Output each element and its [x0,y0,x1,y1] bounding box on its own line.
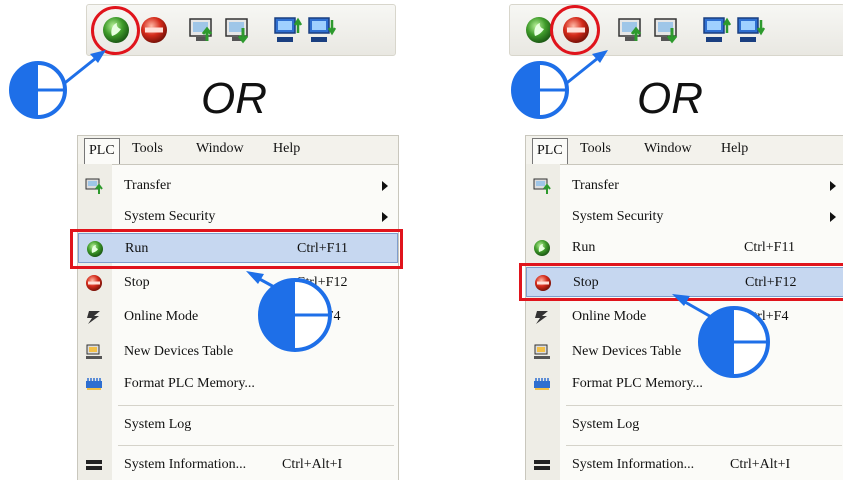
system-information-icon [534,460,550,470]
menubar-window[interactable]: Window [644,141,692,157]
online-mode-icon [87,311,100,324]
memory-icon [534,378,550,390]
click-cursor-icon [511,50,608,119]
menu-separator [566,445,842,446]
or-label: OR [637,74,703,123]
menubar-help[interactable]: Help [721,141,748,157]
left-panel: OR PLC Tools Window Help Transfer System… [0,0,421,480]
menu-label-new-devices-table: New Devices Table [124,344,234,359]
menubar: PLC Tools Window Help [526,136,843,165]
submenu-arrow-icon [382,181,388,191]
menu-label-system-log: System Log [572,417,640,432]
click-cursor-icon [246,271,332,352]
menubar-plc[interactable]: PLC [532,138,568,164]
devices-table-icon [534,344,550,359]
or-label: OR [201,74,267,123]
system-information-icon [86,460,102,470]
devices-table-icon [86,344,102,359]
menu-label-run: Run [572,240,596,255]
memory-icon [86,378,102,390]
menu-label-transfer: Transfer [124,178,171,193]
monitor-upload-icon[interactable] [702,15,732,45]
menubar-tools[interactable]: Tools [580,141,611,157]
download-icon[interactable] [652,15,682,45]
monitor-download-icon[interactable] [736,15,766,45]
transfer-icon [85,178,103,194]
click-cursor-icon [672,294,770,378]
menu-item-system-information[interactable]: System Information... Ctrl+Alt+I [78,450,398,480]
menubar-plc[interactable]: PLC [84,138,120,164]
menu-label-format-plc-memory: Format PLC Memory... [124,376,255,391]
download-icon[interactable] [223,15,253,45]
transfer-icon [533,178,551,194]
menu-item-system-security[interactable]: System Security [526,202,843,232]
menu-label-system-log: System Log [124,417,192,432]
menu-shortcut-system-information: Ctrl+Alt+I [730,457,791,472]
menu-item-run[interactable]: Run Ctrl+F11 [526,233,843,263]
menu-item-transfer[interactable]: Transfer [78,171,398,201]
menu-item-system-information[interactable]: System Information... Ctrl+Alt+I [526,450,843,480]
menu-item-transfer[interactable]: Transfer [526,171,843,201]
menu-item-system-log[interactable]: System Log [78,410,398,440]
menu-shortcut-system-information: Ctrl+Alt+I [282,457,343,472]
menu-separator [118,445,394,446]
menu-label-new-devices-table: New Devices Table [572,344,682,359]
online-mode-icon [535,311,548,324]
menubar: PLC Tools Window Help [78,136,398,165]
right-panel: OR PLC Tools Window Help Transfer System… [422,0,843,480]
stop-icon[interactable] [139,15,169,45]
menu-separator [566,405,842,406]
menu-label-online-mode: Online Mode [572,309,647,324]
upload-icon[interactable] [616,15,646,45]
upload-icon[interactable] [187,15,217,45]
menu-label-stop: Stop [124,275,150,290]
monitor-upload-icon[interactable] [273,15,303,45]
monitor-download-icon[interactable] [307,15,337,45]
menubar-tools[interactable]: Tools [132,141,163,157]
menu-separator [118,405,394,406]
submenu-arrow-icon [830,212,836,222]
submenu-arrow-icon [382,212,388,222]
stop-icon [86,275,102,291]
menu-label-online-mode: Online Mode [124,309,199,324]
menu-shortcut-run: Ctrl+F11 [744,240,795,255]
menu-label-transfer: Transfer [572,178,619,193]
menu-item-system-security[interactable]: System Security [78,202,398,232]
run-icon [534,240,550,256]
menu-item-format-plc-memory[interactable]: Format PLC Memory... [78,369,398,399]
menubar-help[interactable]: Help [273,141,300,157]
menu-label-system-security: System Security [572,209,664,224]
submenu-arrow-icon [830,181,836,191]
menu-label-system-information: System Information... [572,457,695,472]
menu-label-system-information: System Information... [124,457,247,472]
menu-item-system-log[interactable]: System Log [526,410,843,440]
menubar-window[interactable]: Window [196,141,244,157]
click-cursor-icon [9,50,106,119]
menu-label-system-security: System Security [124,209,216,224]
